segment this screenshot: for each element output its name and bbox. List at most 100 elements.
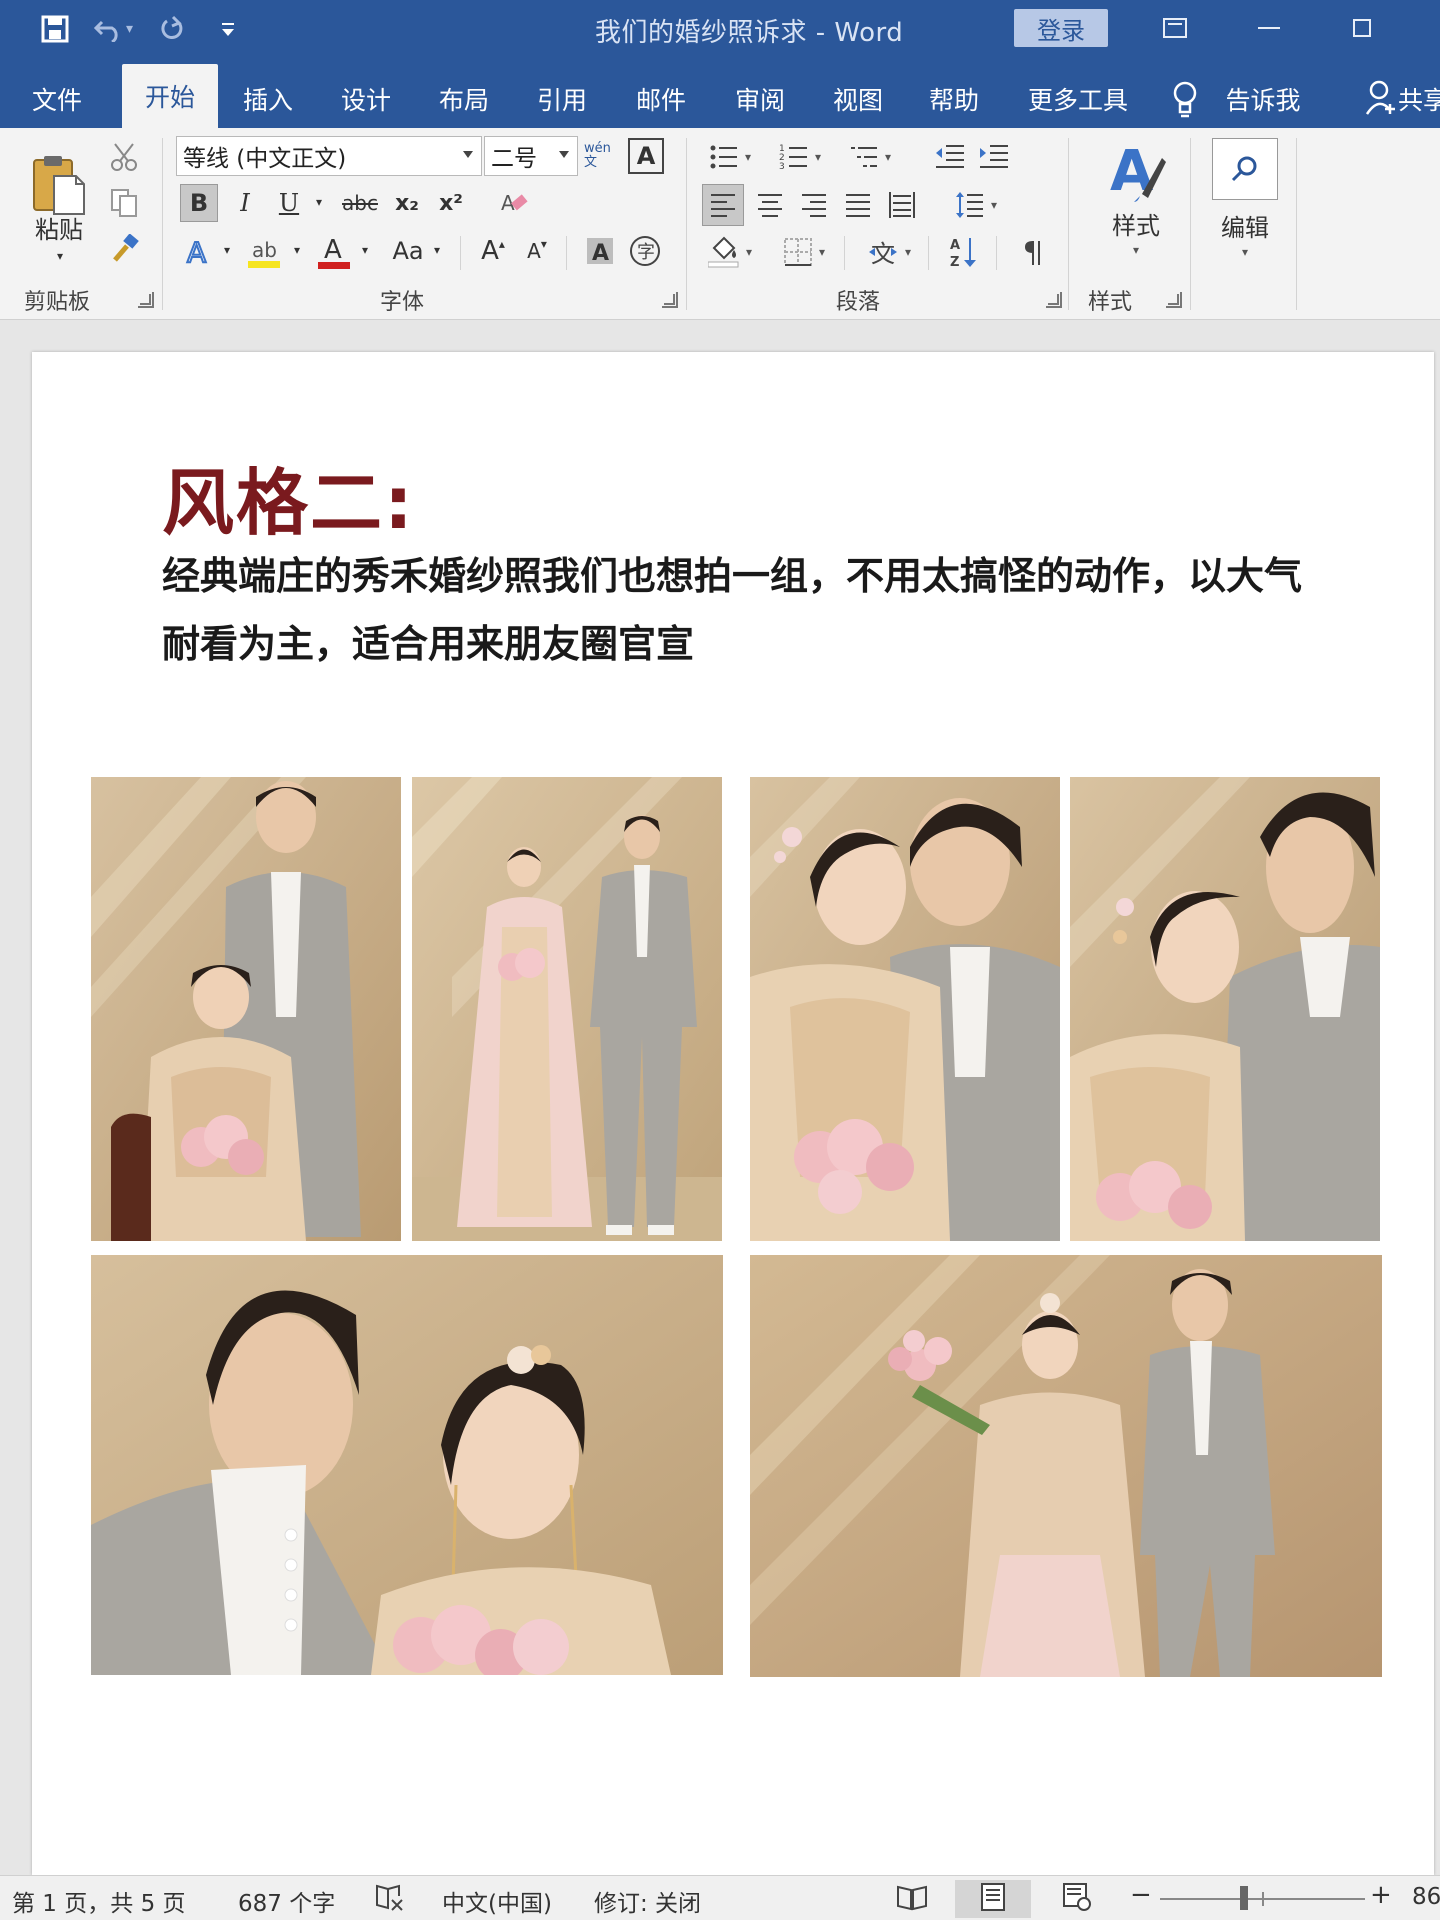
zoom-level[interactable]: 86: [1412, 1884, 1440, 1910]
zoom-slider-thumb[interactable]: [1240, 1886, 1248, 1910]
multilevel-list-button[interactable]: ▾: [842, 138, 898, 176]
clipboard-launcher-icon[interactable]: [138, 292, 154, 308]
font-name-dropdown-icon[interactable]: [463, 151, 473, 158]
redo-button[interactable]: [155, 9, 189, 49]
font-color-dropdown-icon[interactable]: ▾: [358, 242, 372, 258]
font-size-combobox[interactable]: 二号: [484, 136, 578, 176]
maximize-button[interactable]: [1334, 8, 1390, 48]
text-effects-button[interactable]: A: [180, 232, 216, 270]
zoom-out-button[interactable]: −: [1130, 1880, 1152, 1910]
paste-dropdown-icon[interactable]: ▾: [50, 248, 70, 264]
zoom-in-button[interactable]: +: [1370, 1880, 1392, 1910]
strikethrough-button[interactable]: abc: [338, 184, 382, 222]
font-name-combobox[interactable]: 等线 (中文正文): [176, 136, 482, 176]
align-left-button[interactable]: [702, 184, 744, 226]
photo-couple-bouquet-raised[interactable]: [750, 1255, 1382, 1677]
line-spacing-dropdown-icon[interactable]: ▾: [991, 198, 997, 212]
italic-button[interactable]: I: [226, 184, 264, 222]
tab-home[interactable]: 开始: [122, 64, 218, 128]
superscript-button[interactable]: x²: [432, 184, 470, 222]
bullets-button[interactable]: ▾: [702, 138, 758, 176]
share-button[interactable]: 共享: [1398, 70, 1440, 128]
subscript-button[interactable]: x₂: [388, 184, 426, 222]
chinese-layout-dropdown-icon[interactable]: ▾: [905, 245, 911, 259]
shrink-font-button[interactable]: A ▾: [520, 232, 554, 270]
numbering-dropdown-icon[interactable]: ▾: [815, 150, 821, 164]
tell-me-search[interactable]: 告诉我: [1218, 70, 1308, 128]
enclose-characters-button[interactable]: 字: [626, 232, 664, 270]
clear-formatting-button[interactable]: A: [494, 184, 532, 222]
increase-indent-button[interactable]: [974, 138, 1014, 176]
borders-dropdown-icon[interactable]: ▾: [819, 245, 825, 259]
tab-review[interactable]: 审阅: [720, 70, 800, 128]
underline-button[interactable]: U: [270, 184, 308, 222]
tab-design[interactable]: 设计: [326, 70, 406, 128]
character-shading-button[interactable]: A: [582, 232, 618, 270]
phonetic-guide-button[interactable]: wén文: [584, 136, 622, 176]
undo-dropdown-icon[interactable]: ▾: [126, 21, 133, 37]
tab-help[interactable]: 帮助: [914, 70, 994, 128]
editing-button[interactable]: 编辑 ▾: [1206, 138, 1284, 266]
align-right-button[interactable]: [794, 184, 834, 226]
photo-couple-nose-touch[interactable]: [750, 777, 1060, 1241]
format-painter-button[interactable]: [104, 230, 144, 268]
language-status[interactable]: 中文(中国): [442, 1884, 552, 1918]
tab-layout[interactable]: 布局: [424, 70, 504, 128]
text-effects-dropdown-icon[interactable]: ▾: [220, 242, 234, 258]
tab-file[interactable]: 文件: [18, 70, 96, 128]
tab-references[interactable]: 引用: [522, 70, 602, 128]
styles-dropdown-icon[interactable]: ▾: [1133, 243, 1139, 257]
document-canvas[interactable]: 风格二: 经典端庄的秀禾婚纱照我们也想拍一组，不用太搞怪的动作，以大气耐看为主，…: [0, 320, 1440, 1875]
sort-button[interactable]: A Z: [944, 232, 984, 272]
read-mode-button[interactable]: [896, 1882, 928, 1918]
undo-button[interactable]: ▾: [94, 9, 133, 49]
bullets-dropdown-icon[interactable]: ▾: [745, 150, 751, 164]
bold-button[interactable]: B: [180, 184, 218, 222]
customize-quick-access-button[interactable]: [211, 9, 245, 49]
word-count-status[interactable]: 687 个字: [238, 1884, 335, 1918]
paragraph-launcher-icon[interactable]: [1046, 292, 1062, 308]
page-count-status[interactable]: 第 1 页，共 5 页: [12, 1884, 186, 1918]
tab-view[interactable]: 视图: [818, 70, 898, 128]
login-button[interactable]: 登录: [1014, 9, 1108, 47]
proofing-status[interactable]: [374, 1882, 404, 1918]
ribbon-display-options-button[interactable]: [1147, 8, 1203, 48]
multilevel-dropdown-icon[interactable]: ▾: [885, 150, 891, 164]
character-border-button[interactable]: A: [628, 138, 664, 174]
track-changes-status[interactable]: 修订: 关闭: [594, 1884, 701, 1918]
photo-couple-full-length[interactable]: [412, 777, 722, 1241]
underline-dropdown-icon[interactable]: ▾: [312, 194, 326, 210]
show-marks-button[interactable]: [1012, 232, 1052, 272]
cut-button[interactable]: [104, 138, 144, 176]
styles-launcher-icon[interactable]: [1166, 292, 1182, 308]
line-spacing-button[interactable]: ▾: [948, 184, 1004, 226]
font-color-button[interactable]: A: [316, 232, 352, 272]
shading-button[interactable]: ▾: [702, 232, 758, 272]
tab-mailings[interactable]: 邮件: [620, 70, 702, 128]
numbering-button[interactable]: 1 2 3 ▾: [772, 138, 828, 176]
save-button[interactable]: [38, 9, 72, 49]
document-page[interactable]: 风格二: 经典端庄的秀禾婚纱照我们也想拍一组，不用太搞怪的动作，以大气耐看为主，…: [32, 352, 1434, 1875]
minimize-button[interactable]: [1241, 8, 1297, 48]
align-center-button[interactable]: [750, 184, 790, 226]
paste-button[interactable]: 粘贴: [28, 144, 90, 254]
highlight-color-button[interactable]: ab: [244, 232, 284, 272]
borders-button[interactable]: ▾: [776, 232, 832, 272]
shading-dropdown-icon[interactable]: ▾: [746, 245, 752, 259]
styles-button[interactable]: A 样式 ▾: [1094, 138, 1178, 266]
font-launcher-icon[interactable]: [662, 292, 678, 308]
tab-insert[interactable]: 插入: [228, 70, 308, 128]
font-size-dropdown-icon[interactable]: [559, 151, 569, 158]
chinese-layout-button[interactable]: 文 ▾: [858, 232, 920, 272]
grow-font-button[interactable]: A ▴: [476, 232, 510, 270]
justify-button[interactable]: [838, 184, 878, 226]
distributed-align-button[interactable]: [882, 184, 922, 226]
editing-dropdown-icon[interactable]: ▾: [1242, 245, 1248, 259]
copy-button[interactable]: [104, 184, 144, 222]
change-case-button[interactable]: Aa: [386, 232, 430, 270]
change-case-dropdown-icon[interactable]: ▾: [430, 242, 444, 258]
web-layout-button[interactable]: [1062, 1882, 1092, 1918]
tab-more-tools[interactable]: 更多工具: [1018, 70, 1138, 128]
photo-couple-seated-bride[interactable]: [91, 777, 401, 1241]
decrease-indent-button[interactable]: [930, 138, 970, 176]
